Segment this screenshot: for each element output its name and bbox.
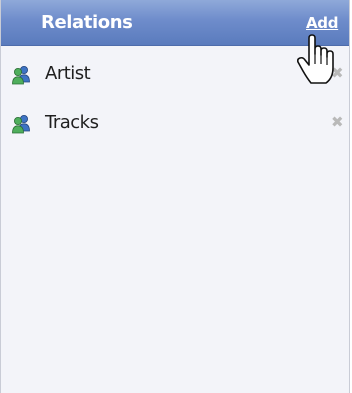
users-icon — [12, 115, 30, 134]
relation-label[interactable]: Artist — [45, 63, 91, 84]
close-icon[interactable]: ✖ — [331, 66, 344, 81]
close-icon[interactable]: ✖ — [331, 115, 344, 130]
relation-item-tracks[interactable]: Tracks ✖ — [1, 106, 349, 142]
panel-header: Relations Add — [1, 0, 349, 46]
add-link[interactable]: Add — [306, 14, 338, 32]
relation-item-artist[interactable]: Artist ✖ — [1, 57, 349, 93]
relations-panel: Relations Add Artist ✖ Tracks ✖ — [0, 0, 350, 393]
users-icon — [12, 66, 30, 85]
relation-label[interactable]: Tracks — [45, 112, 99, 133]
panel-title: Relations — [41, 12, 133, 33]
